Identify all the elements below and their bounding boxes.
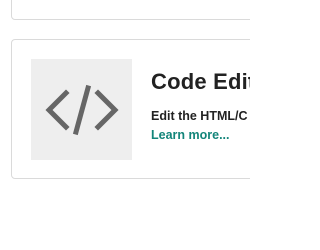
card-description: Edit the HTML/C xyxy=(151,109,248,123)
previous-card xyxy=(11,0,250,20)
learn-more-link[interactable]: Learn more... xyxy=(151,128,230,142)
code-editor-card: Code Edit Edit the HTML/C Learn more... xyxy=(11,39,250,179)
viewport: Code Edit Edit the HTML/C Learn more... xyxy=(0,0,250,250)
card-title: Code Edit xyxy=(151,69,250,94)
code-editor-thumbnail xyxy=(31,59,132,160)
code-brackets-icon xyxy=(44,84,119,135)
